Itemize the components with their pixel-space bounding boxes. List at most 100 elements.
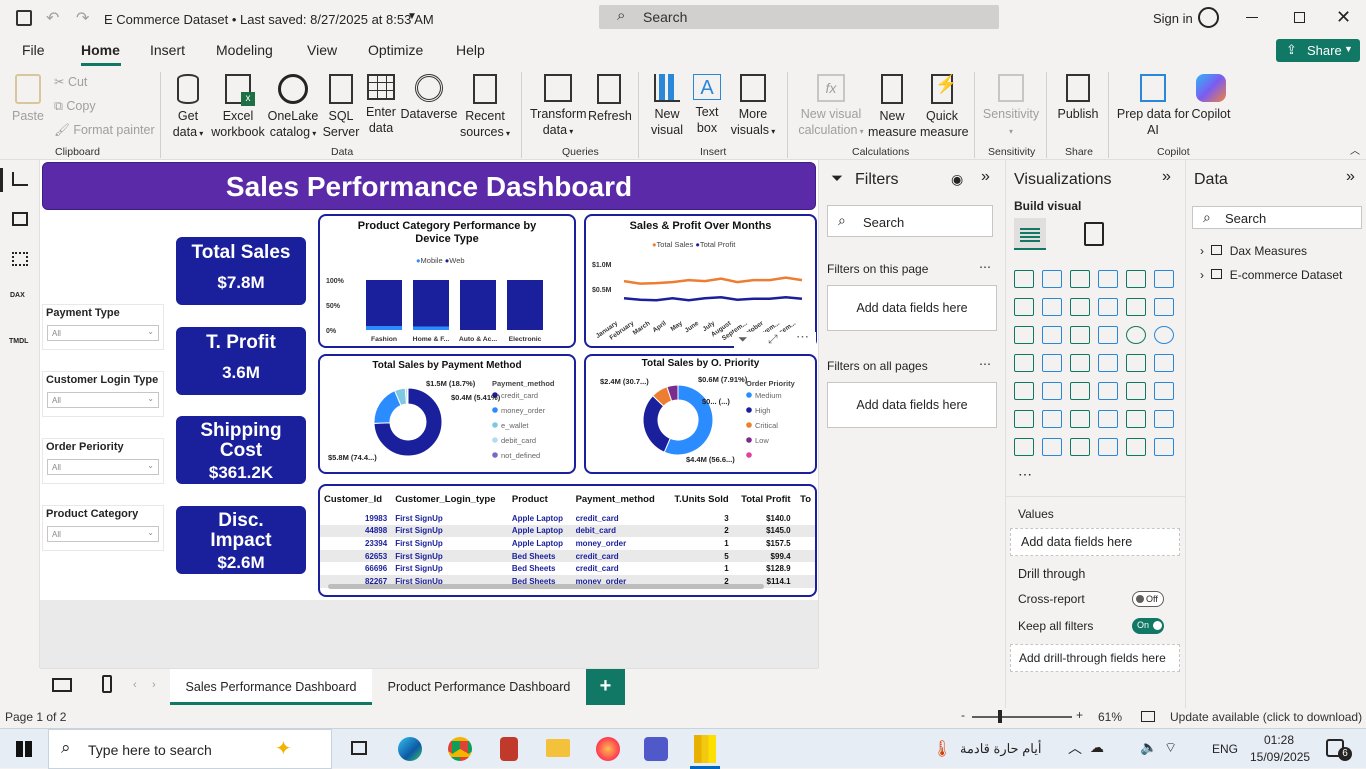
teams-icon[interactable] — [644, 737, 668, 761]
diamond-icon[interactable] — [1126, 438, 1146, 456]
data-search[interactable]: ⌕ Search — [1192, 206, 1362, 229]
page-tab-sales-performance[interactable]: Sales Performance Dashboard — [170, 669, 372, 705]
paginated-icon[interactable] — [1154, 410, 1174, 428]
cross-report-toggle[interactable]: Off — [1132, 591, 1164, 607]
tab-home[interactable]: Home — [81, 42, 120, 58]
save-icon[interactable] — [16, 10, 32, 26]
zoom-out-icon[interactable]: - — [961, 708, 965, 722]
mobile-layout-icon[interactable] — [102, 675, 112, 693]
zoom-slider-thumb[interactable] — [998, 710, 1002, 723]
100-stacked-area-icon[interactable] — [1098, 298, 1118, 316]
refresh-button[interactable]: Refresh — [588, 74, 632, 124]
stacked-bar-icon[interactable] — [1014, 270, 1034, 288]
format-visual-icon[interactable] — [1084, 222, 1104, 246]
keep-filters-toggle[interactable]: On — [1132, 618, 1164, 634]
share-button[interactable]: ⇪ Share ▼ — [1276, 39, 1360, 62]
update-available-link[interactable]: Update available (click to download) — [1170, 710, 1362, 724]
collapse-ribbon-icon[interactable]: ︿ — [1350, 142, 1360, 157]
firefox-icon[interactable] — [596, 737, 620, 761]
funnel-icon[interactable] — [1070, 326, 1090, 344]
chrome-icon[interactable] — [448, 737, 472, 761]
zoom-slider[interactable] — [972, 716, 1072, 718]
network-icon[interactable]: ⌔ — [1164, 739, 1177, 757]
table-row[interactable]: 23394 First SignUp Apple Laptop money_order… — [320, 537, 815, 550]
get-data-button[interactable]: Get data ▾ — [168, 74, 208, 142]
clustered-bar-icon[interactable] — [1070, 270, 1090, 288]
app-icon[interactable] — [500, 737, 518, 761]
slicer-dropdown[interactable]: All ⌄ — [47, 325, 159, 341]
table-column-header[interactable]: T.Units Sold — [666, 486, 733, 512]
report-view-icon[interactable] — [12, 172, 28, 186]
100-stacked-bar-icon[interactable] — [1126, 270, 1146, 288]
dax-query-view-icon[interactable]: DAX — [10, 292, 25, 299]
tab-help[interactable]: Help — [456, 42, 485, 58]
values-dropzone[interactable]: Add data fields here — [1010, 528, 1180, 556]
dataverse-button[interactable]: Dataverse — [400, 74, 458, 122]
user-avatar-icon[interactable] — [1198, 7, 1219, 28]
decomposition-tree-icon[interactable] — [1070, 410, 1090, 428]
filled-map-icon[interactable] — [1070, 354, 1090, 372]
power-bi-icon[interactable] — [694, 735, 716, 763]
chart-sales-by-payment[interactable]: Total Sales by Payment Method Payment_me… — [318, 354, 576, 474]
tab-modeling[interactable]: Modeling — [216, 42, 273, 58]
model-view-icon[interactable] — [12, 252, 28, 266]
sign-in-link[interactable]: Sign in — [1153, 11, 1193, 26]
language-indicator[interactable]: ENG — [1212, 742, 1238, 756]
slicer-payment-type[interactable]: Payment Type All ⌄ — [42, 304, 164, 350]
data-item-ecommerce-dataset[interactable]: › E-commerce Dataset — [1200, 268, 1342, 282]
cut-button[interactable]: ✂ Cut — [54, 74, 87, 89]
filters-page-dropzone[interactable]: Add data fields here — [827, 285, 997, 331]
maximize-icon[interactable] — [1294, 12, 1305, 23]
sql-server-button[interactable]: SQL Server — [322, 74, 360, 140]
scroll-right-icon[interactable]: › — [152, 679, 156, 691]
excel-workbook-button[interactable]: x Excel workbook — [210, 74, 266, 140]
line-icon[interactable] — [1014, 298, 1034, 316]
table-row[interactable]: 44898 First SignUp Apple Laptop debit_card 2… — [320, 524, 815, 538]
drill-through-dropzone[interactable]: Add drill-through fields here — [1010, 644, 1180, 672]
chart-sales-profit-months[interactable]: Sales & Profit Over Months ●Total Sales … — [584, 214, 817, 348]
tab-optimize[interactable]: Optimize — [368, 42, 423, 58]
slicer-dropdown[interactable]: All ⌄ — [47, 526, 159, 542]
show-hidden-icons[interactable]: ︿ — [1068, 738, 1082, 758]
taskbar-search[interactable]: ⌕ Type here to search ✦ — [48, 729, 332, 769]
table-view-icon[interactable] — [12, 212, 28, 226]
cloud-icon[interactable]: ☁ — [1090, 739, 1104, 756]
new-measure-button[interactable]: New measure — [868, 74, 917, 140]
python-visual-icon[interactable] — [1014, 410, 1034, 428]
chart-sales-by-priority[interactable]: Total Sales by O. Priority Order Priorit… — [584, 354, 817, 474]
volume-icon[interactable]: 🔈 — [1140, 739, 1157, 756]
more-options-icon[interactable]: ⋯ — [979, 260, 991, 274]
smart-narrative-icon[interactable] — [1126, 410, 1146, 428]
table-column-header[interactable]: Payment_method — [572, 486, 666, 512]
zoom-in-icon[interactable]: + — [1076, 708, 1083, 722]
multi-row-card-icon[interactable] — [1014, 382, 1034, 400]
table-row[interactable]: 66696 First SignUp Bed Sheets credit_card 1 $… — [320, 562, 815, 575]
horizontal-scrollbar[interactable] — [328, 584, 764, 589]
quick-measure-button[interactable]: ⚡ Quick measure — [920, 74, 969, 140]
tmdl-view-icon[interactable]: TMDL — [9, 338, 28, 345]
focus-mode-icon[interactable]: ⤢ — [768, 332, 778, 347]
desktop-layout-icon[interactable] — [52, 678, 72, 692]
filters-search[interactable]: ⌕ Search — [827, 205, 993, 237]
azure-map-icon[interactable] — [1098, 354, 1118, 372]
more-visuals-icon[interactable]: ⋯ — [1018, 466, 1032, 483]
slicer-dropdown[interactable]: All ⌄ — [47, 392, 159, 408]
kpi-discount-impact[interactable]: Disc. Impact $2.6M — [176, 506, 306, 574]
table-row[interactable]: 62653 First SignUp Bed Sheets credit_card 5 $… — [320, 549, 815, 563]
minimize-icon[interactable] — [1246, 17, 1258, 18]
fit-page-icon[interactable] — [1141, 711, 1155, 722]
tab-insert[interactable]: Insert — [150, 42, 185, 58]
enter-data-button[interactable]: Enter data — [364, 74, 398, 136]
page-tab-product-performance[interactable]: Product Performance Dashboard — [374, 669, 584, 705]
close-icon[interactable]: ✕ — [1336, 7, 1351, 28]
gauge-icon[interactable] — [1126, 354, 1146, 372]
tab-file[interactable]: File — [22, 42, 45, 58]
table-column-header[interactable]: Customer_Login_type — [391, 486, 508, 512]
weather-text[interactable]: أيام حارة قادمة — [960, 741, 1041, 757]
table-row[interactable]: 19983 First SignUp Apple Laptop credit_card… — [320, 512, 815, 525]
new-visual-button[interactable]: New visual — [648, 74, 686, 138]
kpi-total-sales[interactable]: Total Sales $7.8M — [176, 237, 306, 305]
slicer-icon[interactable] — [1070, 382, 1090, 400]
power-automate-icon[interactable] — [1154, 438, 1174, 456]
text-box-button[interactable]: A Text box — [690, 74, 724, 136]
